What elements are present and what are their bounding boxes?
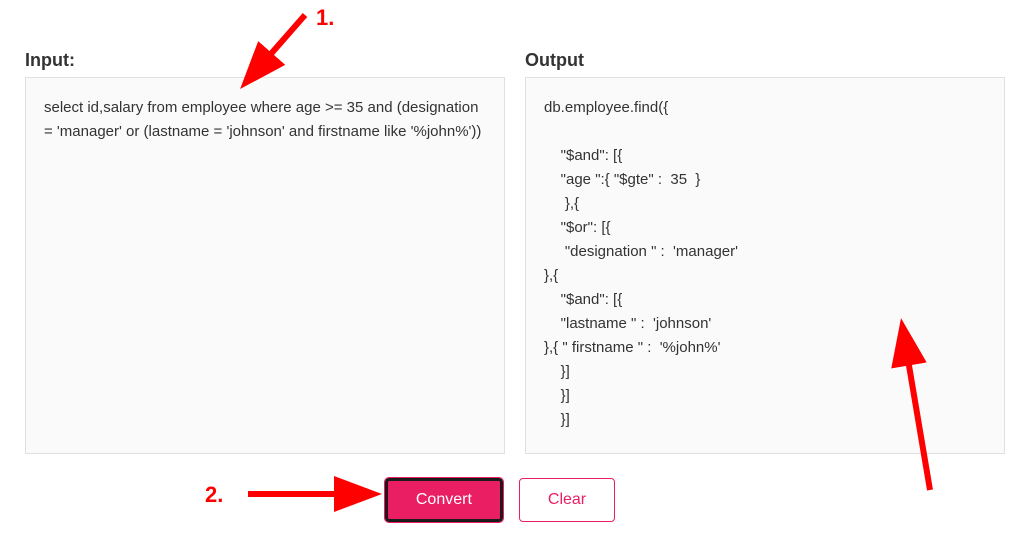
convert-button[interactable]: Convert xyxy=(385,478,503,522)
input-textarea[interactable]: select id,salary from employee where age… xyxy=(25,77,505,454)
output-label: Output xyxy=(525,50,1005,71)
clear-button[interactable]: Clear xyxy=(519,478,615,522)
input-panel: Input: select id,salary from employee wh… xyxy=(25,50,505,454)
output-textarea[interactable]: db.employee.find({ "$and": [{ "age ":{ "… xyxy=(525,77,1005,454)
button-row: Convert Clear xyxy=(0,478,1030,522)
input-label: Input: xyxy=(25,50,505,71)
output-panel: Output db.employee.find({ "$and": [{ "ag… xyxy=(525,50,1005,454)
